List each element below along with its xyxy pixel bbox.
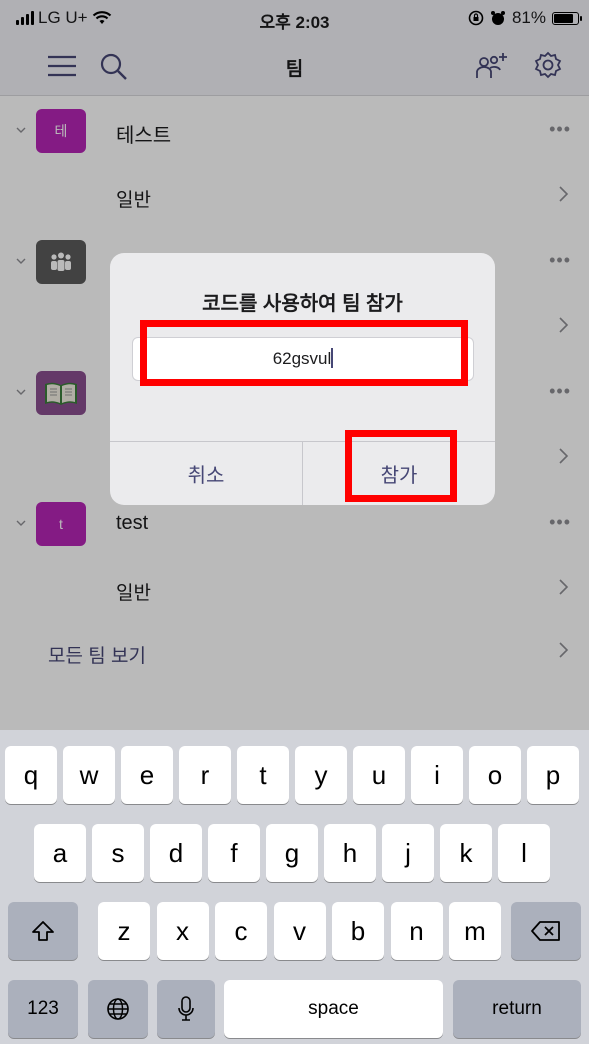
globe-key[interactable] [88, 980, 148, 1038]
key-e[interactable]: e [121, 746, 173, 804]
key-m[interactable]: m [449, 902, 501, 960]
numbers-key[interactable]: 123 [8, 980, 78, 1038]
team-code-value: 62gsvul [272, 349, 332, 368]
key-x[interactable]: x [156, 902, 209, 960]
dictation-key[interactable] [157, 980, 215, 1038]
join-team-dialog: 코드를 사용하여 팀 참가 62gsvul 취소 참가 [110, 253, 495, 505]
key-y[interactable]: y [295, 746, 347, 804]
key-t[interactable]: t [237, 746, 289, 804]
key-q[interactable]: q [5, 746, 57, 804]
key-p[interactable]: p [527, 746, 579, 804]
keyboard: qwertyuiop asdfghjkl zxcvbnm 123 space r… [0, 730, 589, 1044]
key-k[interactable]: k [440, 824, 492, 882]
text-cursor [331, 348, 334, 368]
shift-icon [32, 921, 54, 941]
key-n[interactable]: n [390, 902, 443, 960]
globe-icon [107, 998, 129, 1020]
key-d[interactable]: d [150, 824, 202, 882]
shift-key[interactable] [8, 902, 78, 960]
backspace-icon [531, 921, 560, 941]
key-b[interactable]: b [332, 902, 384, 960]
key-r[interactable]: r [179, 746, 231, 804]
team-code-input[interactable]: 62gsvul [132, 337, 474, 381]
backspace-key[interactable] [511, 902, 581, 960]
return-key[interactable]: return [453, 980, 581, 1038]
key-l[interactable]: l [498, 824, 550, 882]
cancel-button[interactable]: 취소 [110, 442, 302, 505]
dialog-title: 코드를 사용하여 팀 참가 [202, 293, 403, 315]
key-g[interactable]: g [266, 824, 318, 882]
microphone-icon [178, 996, 194, 1021]
key-s[interactable]: s [92, 824, 144, 882]
key-w[interactable]: w [63, 746, 115, 804]
join-button[interactable]: 참가 [303, 442, 495, 505]
key-j[interactable]: j [382, 824, 434, 882]
key-v[interactable]: v [273, 902, 326, 960]
space-key[interactable]: space [224, 980, 443, 1038]
key-c[interactable]: c [215, 902, 267, 960]
key-a[interactable]: a [34, 824, 86, 882]
key-u[interactable]: u [353, 746, 405, 804]
key-z[interactable]: z [98, 902, 150, 960]
key-h[interactable]: h [324, 824, 376, 882]
key-f[interactable]: f [208, 824, 260, 882]
key-o[interactable]: o [469, 746, 521, 804]
key-i[interactable]: i [411, 746, 463, 804]
